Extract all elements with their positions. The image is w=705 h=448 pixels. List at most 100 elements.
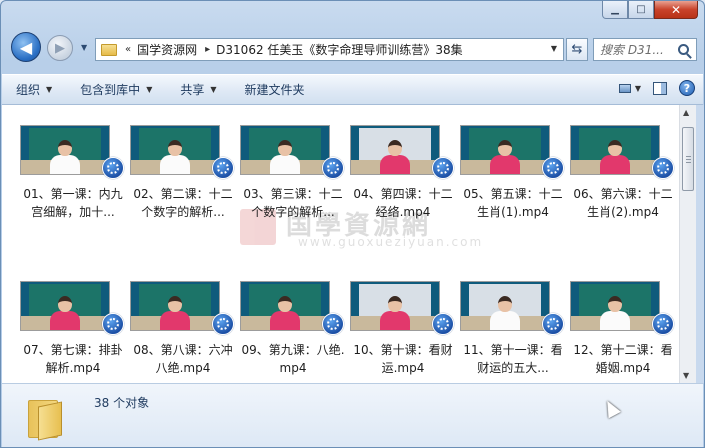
view-dropdown-icon[interactable]: ▼	[635, 84, 641, 93]
presenter-figure	[595, 296, 635, 330]
presenter-figure	[45, 296, 85, 330]
refresh-button[interactable]: ⇆	[566, 38, 588, 61]
search-box[interactable]	[593, 38, 697, 61]
video-thumbnail[interactable]	[20, 281, 126, 335]
presenter-head	[168, 140, 182, 156]
presenter-body	[50, 155, 80, 174]
back-button[interactable]: ◀	[11, 32, 41, 62]
thumbnail-image	[570, 125, 660, 175]
arrow-left-icon: ◀	[19, 37, 33, 57]
presenter-body	[270, 311, 300, 330]
mouse-cursor-icon	[601, 397, 621, 419]
file-name[interactable]: 09、第九课：八绝.mp4	[238, 341, 348, 377]
presenter-figure	[265, 140, 305, 174]
file-name[interactable]: 06、第六课：十二生肖(2).mp4	[568, 185, 678, 221]
presenter-head	[278, 140, 292, 156]
include-in-library-menu[interactable]: 包含到库中 ▼	[66, 75, 166, 104]
presenter-body	[490, 155, 520, 174]
presenter-body	[160, 155, 190, 174]
breadcrumb-overflow[interactable]: «	[125, 44, 131, 55]
grip-line	[686, 156, 691, 157]
media-player-icon	[542, 157, 564, 179]
thumbnail-image	[130, 281, 220, 331]
media-player-icon	[102, 157, 124, 179]
presenter-figure	[485, 296, 525, 330]
video-thumbnail[interactable]	[350, 281, 456, 335]
presenter-head	[388, 140, 402, 156]
thumbnail-image	[570, 281, 660, 331]
file-name[interactable]: 03、第三课：十二个数字的解析...	[238, 185, 348, 221]
search-icon[interactable]	[678, 44, 689, 55]
include-in-library-label: 包含到库中	[80, 83, 141, 97]
thumbnail-image	[240, 281, 330, 331]
scroll-up-arrow-icon[interactable]: ▲	[683, 108, 689, 117]
presenter-head	[58, 140, 72, 156]
media-player-icon	[102, 313, 124, 335]
address-dropdown-icon[interactable]: ▼	[551, 44, 557, 53]
file-name[interactable]: 07、第七课：排卦解析.mp4	[18, 341, 128, 377]
file-name[interactable]: 01、第一课：内九宫细解，加十...	[18, 185, 128, 221]
presenter-figure	[595, 140, 635, 174]
media-player-icon	[542, 313, 564, 335]
presenter-figure	[375, 140, 415, 174]
media-player-icon	[432, 157, 454, 179]
file-name[interactable]: 05、第五课：十二生肖(1).mp4	[458, 185, 568, 221]
presenter-body	[490, 311, 520, 330]
presenter-head	[58, 296, 72, 312]
thumbnail-image	[240, 125, 330, 175]
organize-menu[interactable]: 组织 ▼	[2, 75, 66, 104]
minimize-button[interactable]: ▁	[602, 1, 628, 19]
address-bar[interactable]: « 国学资源网 ▸ D31062 任美玉《数字命理导师训练营》38集 ▼	[95, 38, 564, 61]
chevron-right-icon[interactable]: ▸	[205, 44, 210, 55]
share-label: 共享	[180, 83, 205, 97]
file-name[interactable]: 02、第二课：十二个数字的解析...	[128, 185, 238, 221]
video-thumbnail[interactable]	[240, 125, 346, 179]
view-controls: ▼ ?	[618, 80, 695, 96]
window-frame-edge	[696, 105, 704, 383]
grip-line	[686, 159, 691, 160]
new-folder-label: 新建文件夹	[244, 83, 305, 97]
video-thumbnail[interactable]	[460, 281, 566, 335]
thumbnail-image	[20, 125, 110, 175]
close-button[interactable]: ✕	[654, 1, 698, 19]
forward-button[interactable]: ▶	[47, 35, 73, 61]
file-name[interactable]: 10、第十课：看财运.mp4	[348, 341, 458, 377]
file-grid: 国學資源網 www.guoxueziyuan.com 01、第一课：内九宫细解，…	[2, 105, 679, 383]
presenter-head	[168, 296, 182, 312]
vertical-scrollbar[interactable]: ▲ ▼	[679, 105, 696, 383]
change-view-icon[interactable]	[618, 83, 631, 93]
presenter-head	[608, 296, 622, 312]
file-name[interactable]: 04、第四课：十二经络.mp4	[348, 185, 458, 221]
presenter-head	[278, 296, 292, 312]
video-thumbnail[interactable]	[350, 125, 456, 179]
breadcrumb-root[interactable]: 国学资源网	[137, 41, 197, 58]
presenter-body	[380, 155, 410, 174]
file-name[interactable]: 11、第十一课：看财运的五大...	[458, 341, 568, 377]
video-thumbnail[interactable]	[130, 281, 236, 335]
video-thumbnail[interactable]	[20, 125, 126, 179]
thumbnail-image	[350, 125, 440, 175]
presenter-figure	[265, 296, 305, 330]
search-input[interactable]	[600, 42, 676, 57]
file-name[interactable]: 08、第八课：六冲八绝.mp4	[128, 341, 238, 377]
organize-label: 组织	[16, 83, 41, 97]
breadcrumb-current[interactable]: D31062 任美玉《数字命理导师训练营》38集	[216, 41, 463, 58]
video-thumbnail[interactable]	[130, 125, 236, 179]
share-menu[interactable]: 共享 ▼	[166, 75, 230, 104]
thumbnail-image	[130, 125, 220, 175]
video-thumbnail[interactable]	[570, 125, 676, 179]
video-thumbnail[interactable]	[570, 281, 676, 335]
presenter-figure	[45, 140, 85, 174]
scroll-down-arrow-icon[interactable]: ▼	[683, 371, 689, 380]
preview-pane-icon[interactable]	[653, 81, 667, 95]
item-count: 38 个对象	[94, 396, 150, 410]
scrollbar-thumb[interactable]	[682, 127, 694, 191]
help-icon[interactable]: ?	[679, 80, 695, 96]
new-folder-button[interactable]: 新建文件夹	[231, 75, 319, 104]
video-thumbnail[interactable]	[240, 281, 346, 335]
presenter-head	[498, 140, 512, 156]
recent-pages-dropdown[interactable]: ▼	[81, 43, 87, 52]
file-name[interactable]: 12、第十二课：看婚姻.mp4	[568, 341, 678, 377]
video-thumbnail[interactable]	[460, 125, 566, 179]
maximize-button[interactable]: □	[628, 1, 654, 19]
